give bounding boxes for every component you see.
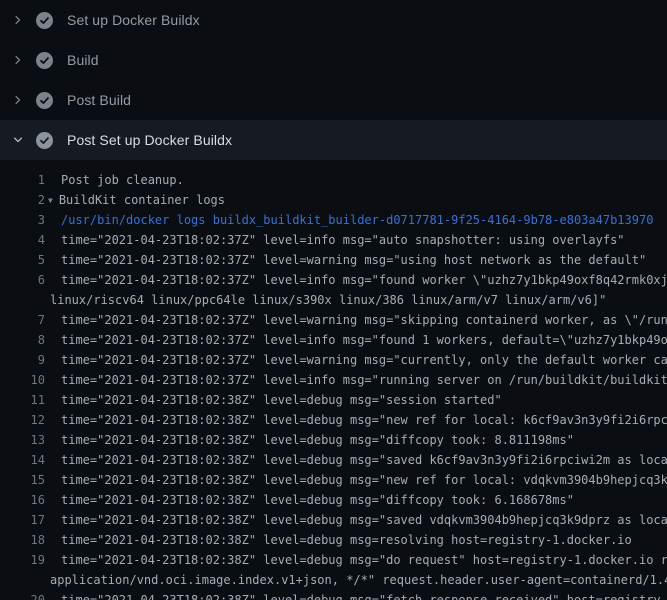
log-row: 11 ▼time="2021-04-23T18:02:38Z" level=de… (0, 390, 667, 410)
log-line-number[interactable]: 6 (0, 270, 45, 290)
log-row: 1 ▼Post job cleanup. (0, 170, 667, 190)
step-label: Post Set up Docker Buildx (67, 132, 232, 148)
step-row-build[interactable]: Build (0, 40, 667, 80)
log-line-text: ▼time="2021-04-23T18:02:37Z" level=warni… (61, 250, 646, 270)
log-line-number[interactable]: 18 (0, 530, 45, 550)
log-line-text: ▼time="2021-04-23T18:02:38Z" level=debug… (61, 470, 667, 490)
log-line-number[interactable]: 16 (0, 490, 45, 510)
log-line-text: ▼time="2021-04-23T18:02:38Z" level=debug… (61, 430, 574, 450)
log-line-text: ▼time="2021-04-23T18:02:38Z" level=debug… (61, 590, 667, 600)
log-line-number[interactable]: 15 (0, 470, 45, 490)
log-line-number[interactable]: 3 (0, 210, 45, 230)
log-line-text: ▼time="2021-04-23T18:02:38Z" level=debug… (61, 550, 667, 570)
log-row: 3 ▼/usr/bin/docker logs buildx_buildkit_… (0, 210, 667, 230)
log-line-number[interactable]: 8 (0, 330, 45, 350)
log-line-number[interactable]: 1 (0, 170, 45, 190)
log-line-text: ▼time="2021-04-23T18:02:38Z" level=debug… (61, 530, 632, 550)
check-circle-icon (36, 92, 53, 109)
log-line-text: ▼/usr/bin/docker logs buildx_buildkit_bu… (61, 210, 653, 230)
log-row: 17 ▼time="2021-04-23T18:02:38Z" level=de… (0, 510, 667, 530)
log-line-text: ▼time="2021-04-23T18:02:38Z" level=debug… (61, 450, 667, 470)
log-line-number[interactable]: 9 (0, 350, 45, 370)
step-label: Set up Docker Buildx (67, 12, 200, 28)
log-line-text: ▼time="2021-04-23T18:02:38Z" level=debug… (61, 410, 667, 430)
step-row-post-build[interactable]: Post Build (0, 80, 667, 120)
log-line-text: ▼time="2021-04-23T18:02:38Z" level=debug… (61, 390, 502, 410)
log-line-text: ▼Post job cleanup. (61, 170, 184, 190)
log-line-number[interactable]: 12 (0, 410, 45, 430)
log-line-number[interactable]: 10 (0, 370, 45, 390)
log-line-number[interactable] (0, 570, 45, 590)
log-line-number[interactable]: 5 (0, 250, 45, 270)
log-row: 16 ▼time="2021-04-23T18:02:38Z" level=de… (0, 490, 667, 510)
step-label: Post Build (67, 92, 131, 108)
log-row: 19 ▼time="2021-04-23T18:02:38Z" level=de… (0, 550, 667, 570)
check-circle-icon (36, 12, 53, 29)
log-line-number[interactable] (0, 290, 45, 310)
log-row: 6 ▼time="2021-04-23T18:02:37Z" level=inf… (0, 270, 667, 290)
chevron-down-icon (12, 134, 24, 146)
log-line-text: ▼time="2021-04-23T18:02:38Z" level=debug… (61, 510, 667, 530)
log-line-number[interactable]: 14 (0, 450, 45, 470)
log-line-text: ▼time="2021-04-23T18:02:37Z" level=info … (61, 270, 667, 290)
log-row: 2 ▼BuildKit container logs (0, 190, 667, 210)
log-panel: 1 ▼Post job cleanup. 2 ▼BuildKit contain… (0, 160, 667, 600)
log-line-number[interactable]: 19 (0, 550, 45, 570)
log-row: ▼application/vnd.oci.image.index.v1+json… (0, 570, 667, 590)
step-label: Build (67, 52, 99, 68)
log-line-number[interactable]: 11 (0, 390, 45, 410)
log-row: 13 ▼time="2021-04-23T18:02:38Z" level=de… (0, 430, 667, 450)
log-line-number[interactable]: 17 (0, 510, 45, 530)
log-row: 15 ▼time="2021-04-23T18:02:38Z" level=de… (0, 470, 667, 490)
group-toggle-triangle-icon[interactable]: ▼ (48, 196, 53, 205)
step-row-post-set-up-docker-buildx[interactable]: Post Set up Docker Buildx (0, 120, 667, 160)
log-row: 20 ▼time="2021-04-23T18:02:38Z" level=de… (0, 590, 667, 600)
log-row: 7 ▼time="2021-04-23T18:02:37Z" level=war… (0, 310, 667, 330)
log-line-text: ▼BuildKit container logs (48, 190, 225, 210)
log-row: 14 ▼time="2021-04-23T18:02:38Z" level=de… (0, 450, 667, 470)
log-line-number[interactable]: 20 (0, 590, 45, 600)
log-row: 5 ▼time="2021-04-23T18:02:37Z" level=war… (0, 250, 667, 270)
log-row: 18 ▼time="2021-04-23T18:02:38Z" level=de… (0, 530, 667, 550)
log-line-text: ▼time="2021-04-23T18:02:37Z" level=warni… (61, 350, 667, 370)
log-row: 10 ▼time="2021-04-23T18:02:37Z" level=in… (0, 370, 667, 390)
log-line-number[interactable]: 2 (0, 190, 45, 210)
log-line-number[interactable]: 4 (0, 230, 45, 250)
log-row: 12 ▼time="2021-04-23T18:02:38Z" level=de… (0, 410, 667, 430)
log-line-text: ▼time="2021-04-23T18:02:37Z" level=info … (61, 370, 667, 390)
log-line-text: ▼application/vnd.oci.image.index.v1+json… (50, 570, 667, 590)
workflow-log-viewer: Set up Docker Buildx Build Post Build Po… (0, 0, 667, 600)
log-line-text: ▼time="2021-04-23T18:02:37Z" level=info … (61, 230, 625, 250)
log-line-text: ▼time="2021-04-23T18:02:38Z" level=debug… (61, 490, 574, 510)
log-row: ▼linux/riscv64 linux/ppc64le linux/s390x… (0, 290, 667, 310)
log-line-text: ▼linux/riscv64 linux/ppc64le linux/s390x… (50, 290, 606, 310)
log-line-text: ▼time="2021-04-23T18:02:37Z" level=info … (61, 330, 667, 350)
step-row-set-up-docker-buildx[interactable]: Set up Docker Buildx (0, 0, 667, 40)
log-line-text: ▼time="2021-04-23T18:02:37Z" level=warni… (61, 310, 667, 330)
log-row: 8 ▼time="2021-04-23T18:02:37Z" level=inf… (0, 330, 667, 350)
chevron-right-icon (12, 94, 24, 106)
log-row: 9 ▼time="2021-04-23T18:02:37Z" level=war… (0, 350, 667, 370)
chevron-right-icon (12, 54, 24, 66)
log-line-number[interactable]: 13 (0, 430, 45, 450)
check-circle-icon (36, 52, 53, 69)
check-circle-icon (36, 132, 53, 149)
log-line-number[interactable]: 7 (0, 310, 45, 330)
log-row: 4 ▼time="2021-04-23T18:02:37Z" level=inf… (0, 230, 667, 250)
chevron-right-icon (12, 14, 24, 26)
